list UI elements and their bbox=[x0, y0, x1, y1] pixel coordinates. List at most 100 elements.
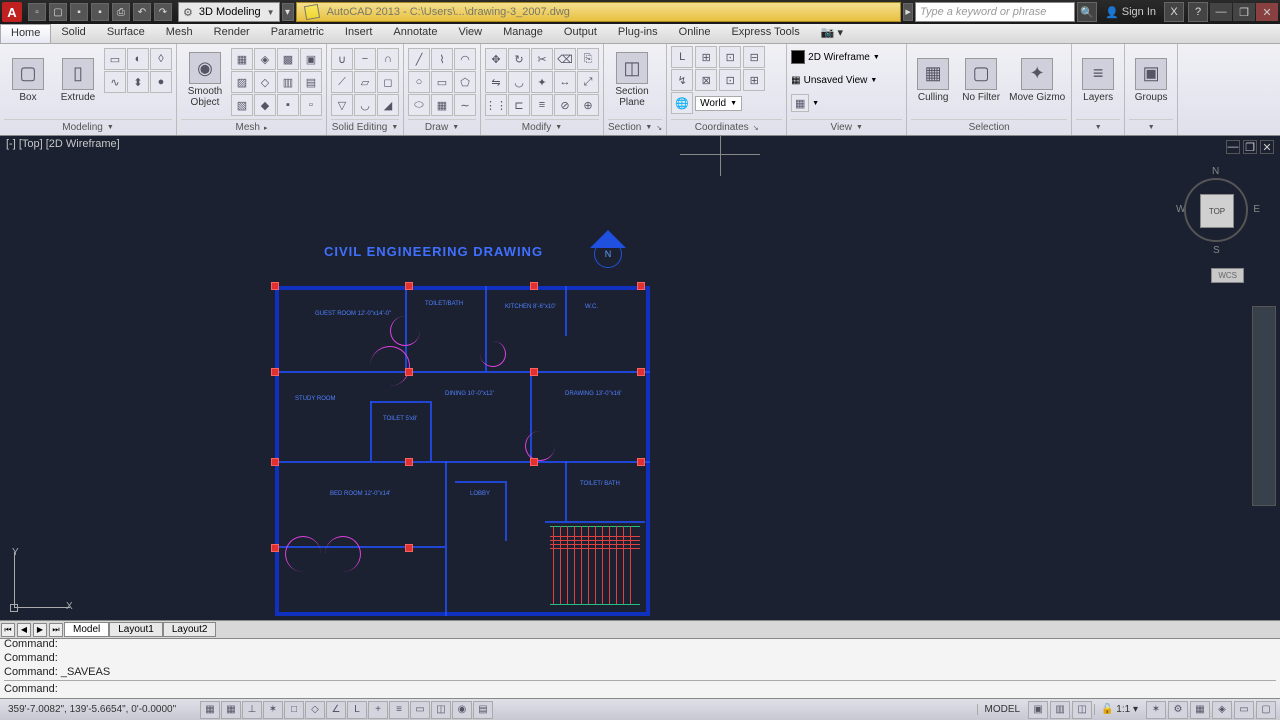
chevron-down-icon[interactable]: ▼ bbox=[555, 124, 562, 131]
grip-handle[interactable] bbox=[271, 368, 279, 376]
launcher-icon[interactable]: ↘ bbox=[753, 124, 759, 132]
otrack-toggle[interactable]: ∠ bbox=[326, 701, 346, 719]
tab-nav-prev-icon[interactable]: ◀ bbox=[17, 623, 31, 637]
osnap-toggle[interactable]: □ bbox=[284, 701, 304, 719]
align-icon[interactable]: ≡ bbox=[531, 94, 553, 116]
lwt-toggle[interactable]: ≡ bbox=[389, 701, 409, 719]
clean-screen-icon[interactable]: ▢ bbox=[1256, 701, 1276, 719]
chevron-down-icon[interactable]: ▸ bbox=[264, 124, 268, 132]
close-button[interactable]: ✕ bbox=[1256, 3, 1278, 21]
vp-minimize-icon[interactable]: — bbox=[1226, 140, 1240, 154]
polygon-icon[interactable]: ⬠ bbox=[454, 71, 476, 93]
ucs-icon[interactable]: ⊡ bbox=[719, 69, 741, 91]
arc-icon[interactable]: ◠ bbox=[454, 48, 476, 70]
layout-tab-model[interactable]: Model bbox=[64, 622, 109, 637]
viewcube[interactable]: N S W E TOP bbox=[1176, 166, 1256, 256]
tab-home[interactable]: Home bbox=[0, 24, 51, 43]
sc-toggle[interactable]: ◉ bbox=[452, 701, 472, 719]
fillet-icon[interactable]: ◡ bbox=[508, 71, 530, 93]
app-menu-icon[interactable]: A bbox=[2, 2, 22, 22]
subtract-icon[interactable]: − bbox=[354, 48, 376, 70]
ucs-icon[interactable]: ⊟ bbox=[743, 46, 765, 68]
break-icon[interactable]: ⊘ bbox=[554, 94, 576, 116]
erase-icon[interactable]: ⌫ bbox=[554, 48, 576, 70]
intersect-icon[interactable]: ∩ bbox=[377, 48, 399, 70]
ucs-icon[interactable]: ⊠ bbox=[695, 69, 717, 91]
tab-featured[interactable]: 📷 ▾ bbox=[811, 24, 854, 43]
scale-icon[interactable]: ⤢ bbox=[577, 71, 599, 93]
mesh-tool-icon[interactable]: ▫ bbox=[300, 94, 322, 116]
ucs-icon[interactable]: ↯ bbox=[671, 69, 693, 91]
chevron-down-icon[interactable]: ▼ bbox=[1148, 124, 1155, 131]
mesh-tool-icon[interactable]: ▪ bbox=[277, 94, 299, 116]
tab-express[interactable]: Express Tools bbox=[721, 24, 810, 43]
workspace-dd-icon[interactable]: ▾ bbox=[282, 3, 294, 21]
saveas-icon[interactable]: ▪ bbox=[91, 3, 109, 21]
tab-output[interactable]: Output bbox=[554, 24, 608, 43]
union-icon[interactable]: ∪ bbox=[331, 48, 353, 70]
wcs-badge[interactable]: WCS bbox=[1211, 268, 1244, 283]
tab-online[interactable]: Online bbox=[669, 24, 722, 43]
extrude-button[interactable]: ▯Extrude bbox=[54, 46, 102, 114]
tab-manage[interactable]: Manage bbox=[493, 24, 554, 43]
status-icon[interactable]: ▥ bbox=[1050, 701, 1070, 719]
mesh-tool-icon[interactable]: ▣ bbox=[300, 48, 322, 70]
grid-toggle[interactable]: ▦ bbox=[221, 701, 241, 719]
tab-annotate[interactable]: Annotate bbox=[383, 24, 448, 43]
taper-icon[interactable]: ▽ bbox=[331, 94, 353, 116]
viewcube-n[interactable]: N bbox=[1212, 166, 1219, 177]
drawing-viewport[interactable]: [-] [Top] [2D Wireframe] — ❐ ✕ CIVIL ENG… bbox=[0, 136, 1280, 620]
line-icon[interactable]: ╱ bbox=[408, 48, 430, 70]
viewcube-s[interactable]: S bbox=[1213, 245, 1220, 256]
mirror-icon[interactable]: ⇋ bbox=[485, 71, 507, 93]
save-icon[interactable]: ▪ bbox=[70, 3, 88, 21]
world-icon[interactable]: 🌐 bbox=[671, 92, 693, 114]
viewcube-e[interactable]: E bbox=[1253, 204, 1260, 215]
ortho-toggle[interactable]: ⊥ bbox=[242, 701, 262, 719]
redo-icon[interactable]: ↷ bbox=[154, 3, 172, 21]
tab-parametric[interactable]: Parametric bbox=[261, 24, 335, 43]
undo-icon[interactable]: ↶ bbox=[133, 3, 151, 21]
visual-style-selector[interactable]: 2D Wireframe▼ bbox=[791, 46, 880, 68]
grip-handle[interactable] bbox=[271, 458, 279, 466]
move-gizmo-button[interactable]: ✦Move Gizmo bbox=[1007, 46, 1067, 114]
grip-handle[interactable] bbox=[405, 544, 413, 552]
face-icon[interactable]: ▱ bbox=[354, 71, 376, 93]
navigation-bar[interactable] bbox=[1252, 306, 1276, 506]
layers-button[interactable]: ≡Layers bbox=[1076, 46, 1120, 114]
circle-icon[interactable]: ○ bbox=[408, 71, 430, 93]
exchange-icon[interactable]: X bbox=[1164, 2, 1184, 22]
coordinates-readout[interactable]: 359'-7.0082", 139'-5.6654", 0'-0.0000" bbox=[0, 704, 200, 715]
help-icon[interactable]: ? bbox=[1188, 2, 1208, 22]
status-icon[interactable]: ▣ bbox=[1028, 701, 1048, 719]
ucs-icon[interactable]: ⊞ bbox=[743, 69, 765, 91]
launcher-icon[interactable]: ↘ bbox=[656, 124, 662, 132]
snap-toggle[interactable]: ▦ bbox=[200, 701, 220, 719]
chevron-down-icon[interactable]: ▼ bbox=[391, 124, 398, 131]
loft-icon[interactable]: ◊ bbox=[150, 48, 172, 70]
mesh-tool-icon[interactable]: ▨ bbox=[231, 71, 253, 93]
grip-handle[interactable] bbox=[637, 368, 645, 376]
sphere-icon[interactable]: ● bbox=[150, 71, 172, 93]
chamfer-icon[interactable]: ◢ bbox=[377, 94, 399, 116]
revolve-icon[interactable]: ◐ bbox=[127, 48, 149, 70]
search-icon[interactable]: 🔍 bbox=[1077, 2, 1097, 22]
open-icon[interactable]: ▢ bbox=[49, 3, 67, 21]
move-icon[interactable]: ✥ bbox=[485, 48, 507, 70]
chevron-down-icon[interactable]: ▼ bbox=[107, 124, 114, 131]
3dosnap-toggle[interactable]: ◇ bbox=[305, 701, 325, 719]
presspull-icon[interactable]: ⬍ bbox=[127, 71, 149, 93]
trim-icon[interactable]: ✂ bbox=[531, 48, 553, 70]
chevron-down-icon[interactable]: ▼ bbox=[452, 124, 459, 131]
title-dd-icon[interactable]: ▶ bbox=[903, 3, 913, 21]
viewport-label[interactable]: [-] [Top] [2D Wireframe] bbox=[6, 138, 120, 150]
ucs-icon[interactable]: ⊞ bbox=[695, 46, 717, 68]
hatch-icon[interactable]: ▦ bbox=[431, 94, 453, 116]
floor-plan-drawing[interactable]: GUEST ROOM 12'-0"x14'-0" TOILET/BATH KIT… bbox=[275, 286, 660, 616]
mesh-tool-icon[interactable]: ◆ bbox=[254, 94, 276, 116]
grip-handle[interactable] bbox=[405, 282, 413, 290]
tab-solid[interactable]: Solid bbox=[51, 24, 96, 43]
mesh-tool-icon[interactable]: ▧ bbox=[231, 94, 253, 116]
vp-restore-icon[interactable]: ❐ bbox=[1243, 140, 1257, 154]
status-icon[interactable]: ✶ bbox=[1146, 701, 1166, 719]
